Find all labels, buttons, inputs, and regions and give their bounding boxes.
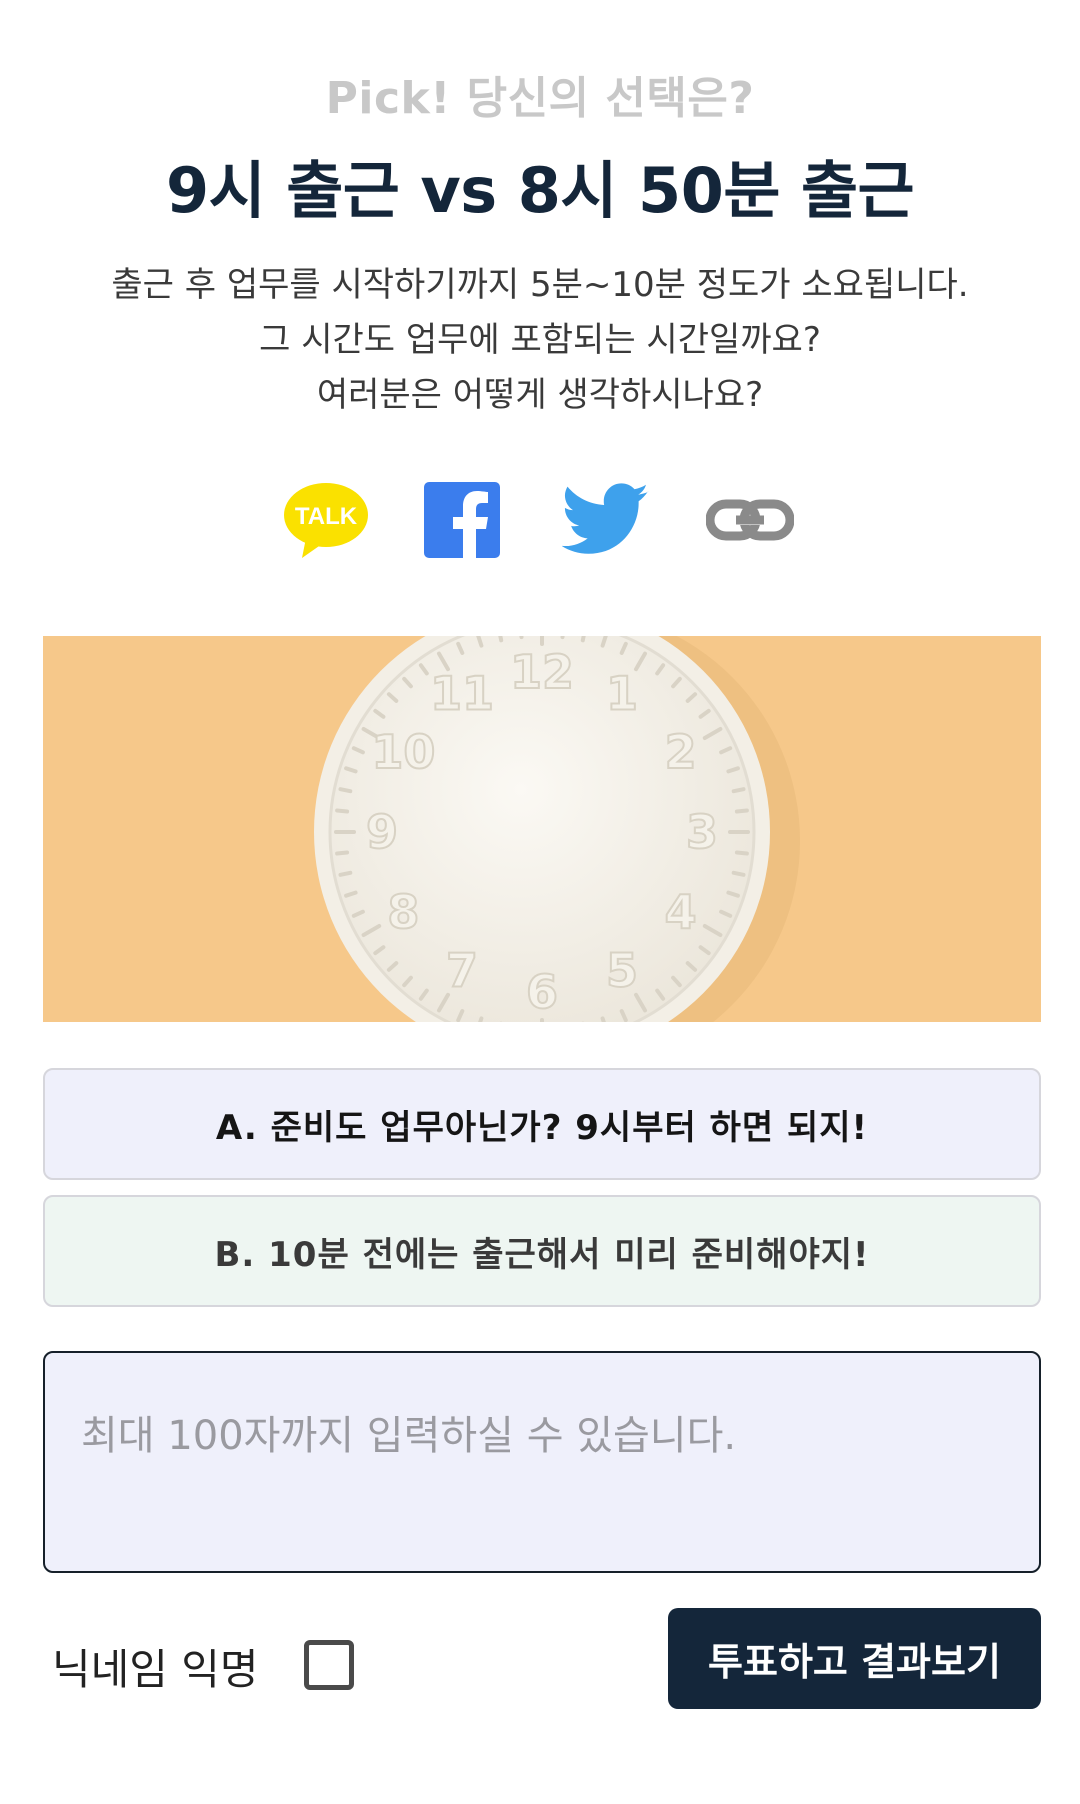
clock-number: 3 bbox=[686, 805, 718, 859]
clock-tick bbox=[560, 636, 565, 640]
option-a-label: A. 준비도 업무아닌가? 9시부터 하면 되지! bbox=[215, 1107, 869, 1148]
clock-tick bbox=[731, 787, 746, 794]
description-line: 그 시간도 업무에 포함되는 시간일까요? bbox=[259, 320, 821, 360]
share-twitter-button[interactable] bbox=[562, 482, 650, 564]
share-kakao-button[interactable]: TALK bbox=[282, 482, 370, 564]
share-facebook-button[interactable] bbox=[424, 482, 512, 564]
clock-tick bbox=[338, 870, 353, 877]
clock-illustration: 12 1 2 3 4 5 6 7 8 9 10 11 bbox=[43, 636, 1041, 1022]
anonymous-label: 닉네임 익명 bbox=[52, 1645, 259, 1694]
clock-number: 4 bbox=[665, 885, 697, 939]
clock-number: 8 bbox=[387, 885, 419, 939]
clock-tick bbox=[734, 850, 749, 856]
share-row: TALK bbox=[0, 482, 1080, 562]
clock-number: 1 bbox=[606, 666, 638, 720]
description-line: 출근 후 업무를 시작하기까지 5분~10분 정도가 소요됩니다. bbox=[111, 265, 969, 305]
anonymous-checkbox[interactable] bbox=[304, 1640, 354, 1690]
clock-tick bbox=[519, 636, 524, 640]
option-b-button[interactable]: B. 10분 전에는 출근해서 미리 준비해야지! bbox=[43, 1195, 1041, 1307]
clock-tick bbox=[734, 808, 749, 814]
description: 출근 후 업무를 시작하기까지 5분~10분 정도가 소요됩니다. 그 시간도 … bbox=[40, 258, 1040, 423]
clock-number: 2 bbox=[665, 725, 697, 779]
page-title: 9시 출근 vs 8시 50분 출근 bbox=[165, 154, 915, 227]
clock-number: 10 bbox=[371, 725, 435, 779]
link-icon bbox=[706, 499, 794, 541]
description-line: 여러분은 어떻게 생각하시나요? bbox=[316, 375, 764, 415]
share-link-button[interactable] bbox=[706, 482, 794, 564]
option-a-button[interactable]: A. 준비도 업무아닌가? 9시부터 하면 되지! bbox=[43, 1068, 1041, 1180]
option-b-label: B. 10분 전에는 출근해서 미리 준비해야지! bbox=[214, 1234, 870, 1275]
clock-tick bbox=[580, 636, 586, 643]
comment-input[interactable] bbox=[43, 1351, 1041, 1573]
kakao-badge-text: TALK bbox=[295, 503, 358, 530]
clock-number: 6 bbox=[526, 965, 558, 1019]
clock-tick bbox=[498, 636, 504, 643]
kakaotalk-icon: TALK bbox=[284, 483, 368, 558]
clock-number: 9 bbox=[366, 805, 398, 859]
clock-tick bbox=[338, 787, 353, 794]
clock-number: 7 bbox=[446, 944, 478, 998]
clock-tick bbox=[731, 870, 746, 877]
twitter-icon bbox=[562, 483, 649, 554]
clock-number: 12 bbox=[510, 645, 574, 699]
kicker-text: Pick! 당신의 선택은? bbox=[325, 73, 755, 124]
clock-number: 5 bbox=[606, 944, 638, 998]
clock-tick bbox=[335, 850, 350, 856]
clock-number: 11 bbox=[430, 666, 494, 720]
clock-tick bbox=[335, 808, 350, 814]
facebook-icon bbox=[424, 482, 500, 558]
vote-submit-button[interactable]: 투표하고 결과보기 bbox=[668, 1608, 1041, 1709]
hero-image: 12 1 2 3 4 5 6 7 8 9 10 11 bbox=[43, 636, 1041, 1022]
